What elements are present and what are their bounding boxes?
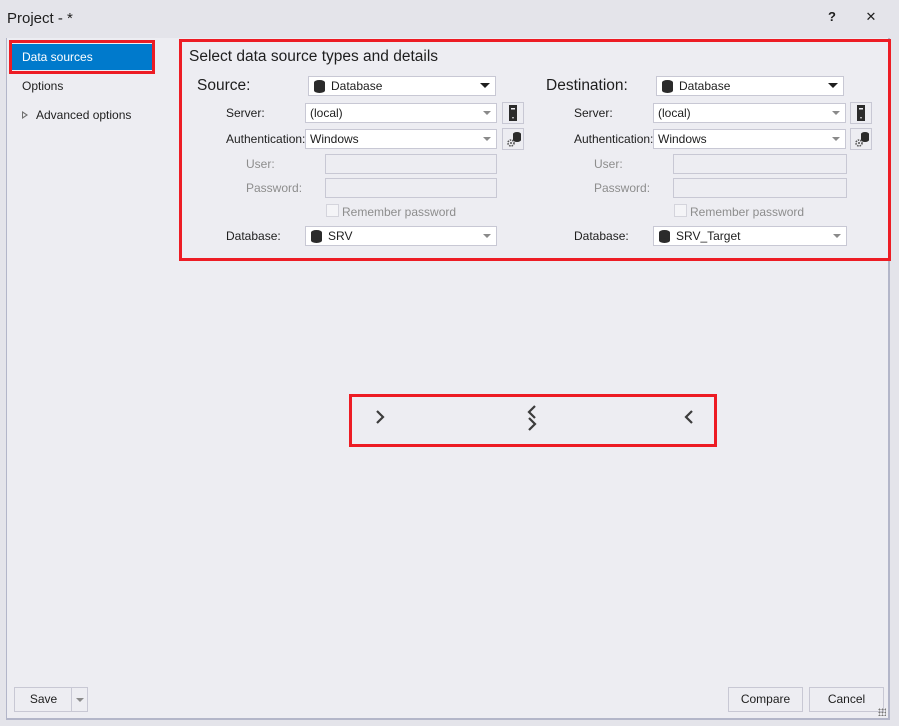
- destination-password-label: Password:: [594, 181, 651, 195]
- source-server-combo[interactable]: (local): [305, 103, 497, 123]
- compare-button[interactable]: Compare: [728, 687, 803, 712]
- sidebar-item-options[interactable]: Options: [11, 73, 153, 99]
- source-password-label: Password:: [246, 181, 303, 195]
- source-heading: Source:: [197, 77, 251, 94]
- resize-grip[interactable]: [878, 708, 886, 716]
- source-type-value: Database: [331, 79, 383, 93]
- database-icon: [311, 230, 322, 243]
- source-password-input[interactable]: [325, 178, 497, 198]
- source-auth-combo[interactable]: Windows: [305, 129, 497, 149]
- sidebar-item-data-sources[interactable]: Data sources: [11, 44, 153, 70]
- source-database-value: SRV: [328, 229, 353, 243]
- dropdown-arrow-icon: [480, 83, 490, 88]
- window-title: Project - *: [7, 10, 73, 27]
- source-server-browse-button[interactable]: [502, 102, 524, 124]
- title-bar: Project - * ? ✕: [0, 0, 899, 36]
- destination-remember-password-label: Remember password: [690, 205, 805, 219]
- destination-server-value: (local): [658, 106, 691, 120]
- destination-database-label: Database:: [574, 229, 629, 243]
- database-icon: [659, 230, 670, 243]
- help-button[interactable]: ?: [822, 9, 842, 27]
- copy-left-icon[interactable]: [683, 409, 695, 425]
- dropdown-arrow-icon: [483, 234, 491, 238]
- dropdown-arrow-icon: [833, 234, 841, 238]
- source-database-combo[interactable]: SRV: [305, 226, 497, 246]
- destination-db-settings-button[interactable]: [850, 128, 872, 150]
- destination-remember-password-checkbox[interactable]: [674, 204, 687, 217]
- server-icon: [509, 105, 517, 121]
- database-settings-icon: [855, 132, 869, 147]
- source-user-input[interactable]: [325, 154, 497, 174]
- sidebar-item-label: Advanced options: [36, 108, 132, 122]
- destination-password-input[interactable]: [673, 178, 847, 198]
- close-button[interactable]: ✕: [861, 9, 881, 27]
- source-auth-value: Windows: [310, 132, 359, 146]
- dropdown-arrow-icon: [483, 137, 491, 141]
- destination-auth-label: Authentication:: [574, 132, 654, 146]
- destination-server-browse-button[interactable]: [850, 102, 872, 124]
- destination-database-combo[interactable]: SRV_Target: [653, 226, 847, 246]
- section-title: Select data source types and details: [189, 48, 439, 65]
- dialog-client: Data sources Options Advanced options Se…: [6, 38, 891, 720]
- source-server-value: (local): [310, 106, 343, 120]
- source-type-dropdown[interactable]: Database: [308, 76, 496, 96]
- destination-auth-combo[interactable]: Windows: [653, 129, 846, 149]
- source-remember-password-label: Remember password: [342, 205, 457, 219]
- source-server-label: Server:: [226, 106, 265, 120]
- copy-right-icon[interactable]: [374, 409, 386, 425]
- destination-heading: Destination:: [546, 77, 628, 94]
- destination-type-dropdown[interactable]: Database: [656, 76, 844, 96]
- save-button[interactable]: Save: [14, 687, 72, 712]
- destination-type-value: Database: [679, 79, 731, 93]
- database-icon: [314, 80, 325, 93]
- dropdown-arrow-icon: [483, 111, 491, 115]
- source-db-settings-button[interactable]: [502, 128, 524, 150]
- dropdown-arrow-icon: [828, 83, 838, 88]
- sidebar-item-advanced-options[interactable]: Advanced options: [11, 102, 153, 128]
- dropdown-arrow-icon: [832, 111, 840, 115]
- dropdown-arrow-icon: [76, 698, 84, 702]
- database-settings-icon: [507, 132, 521, 147]
- source-remember-password-checkbox[interactable]: [326, 204, 339, 217]
- source-database-label: Database:: [226, 229, 281, 243]
- destination-user-input[interactable]: [673, 154, 847, 174]
- dropdown-arrow-icon: [832, 137, 840, 141]
- save-options-dropdown[interactable]: [71, 687, 88, 712]
- database-icon: [662, 80, 673, 93]
- destination-database-value: SRV_Target: [676, 229, 741, 243]
- destination-auth-value: Windows: [658, 132, 707, 146]
- cancel-button[interactable]: Cancel: [809, 687, 884, 712]
- destination-user-label: User:: [594, 157, 623, 171]
- source-auth-label: Authentication:: [226, 132, 306, 146]
- server-icon: [857, 105, 865, 121]
- source-user-label: User:: [246, 157, 275, 171]
- destination-server-combo[interactable]: (local): [653, 103, 846, 123]
- destination-server-label: Server:: [574, 106, 613, 120]
- swap-icon[interactable]: [525, 404, 539, 432]
- expand-triangle-icon[interactable]: [22, 111, 28, 119]
